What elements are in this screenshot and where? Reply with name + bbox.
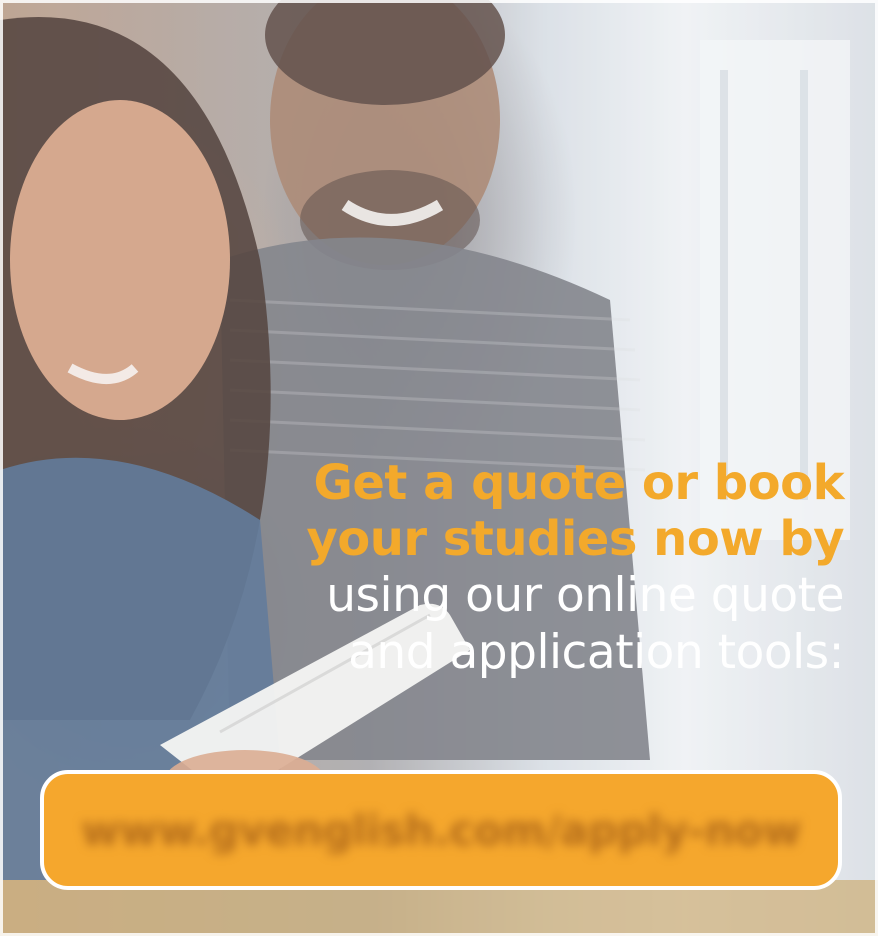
headline-lead-line-1: Get a quote or book xyxy=(313,455,844,511)
promo-banner: Get a quote or book your studies now by … xyxy=(0,0,878,936)
headline-body-line-2: and application tools: xyxy=(348,625,844,680)
headline-body-line-1: using our online quote xyxy=(326,568,844,623)
headline-lead-line-2: your studies now by xyxy=(306,511,844,567)
apply-now-url: www.gvenglish.com/apply-now xyxy=(81,805,801,855)
headline: Get a quote or book your studies now by … xyxy=(224,455,844,681)
apply-now-button[interactable]: www.gvenglish.com/apply-now xyxy=(40,770,842,890)
